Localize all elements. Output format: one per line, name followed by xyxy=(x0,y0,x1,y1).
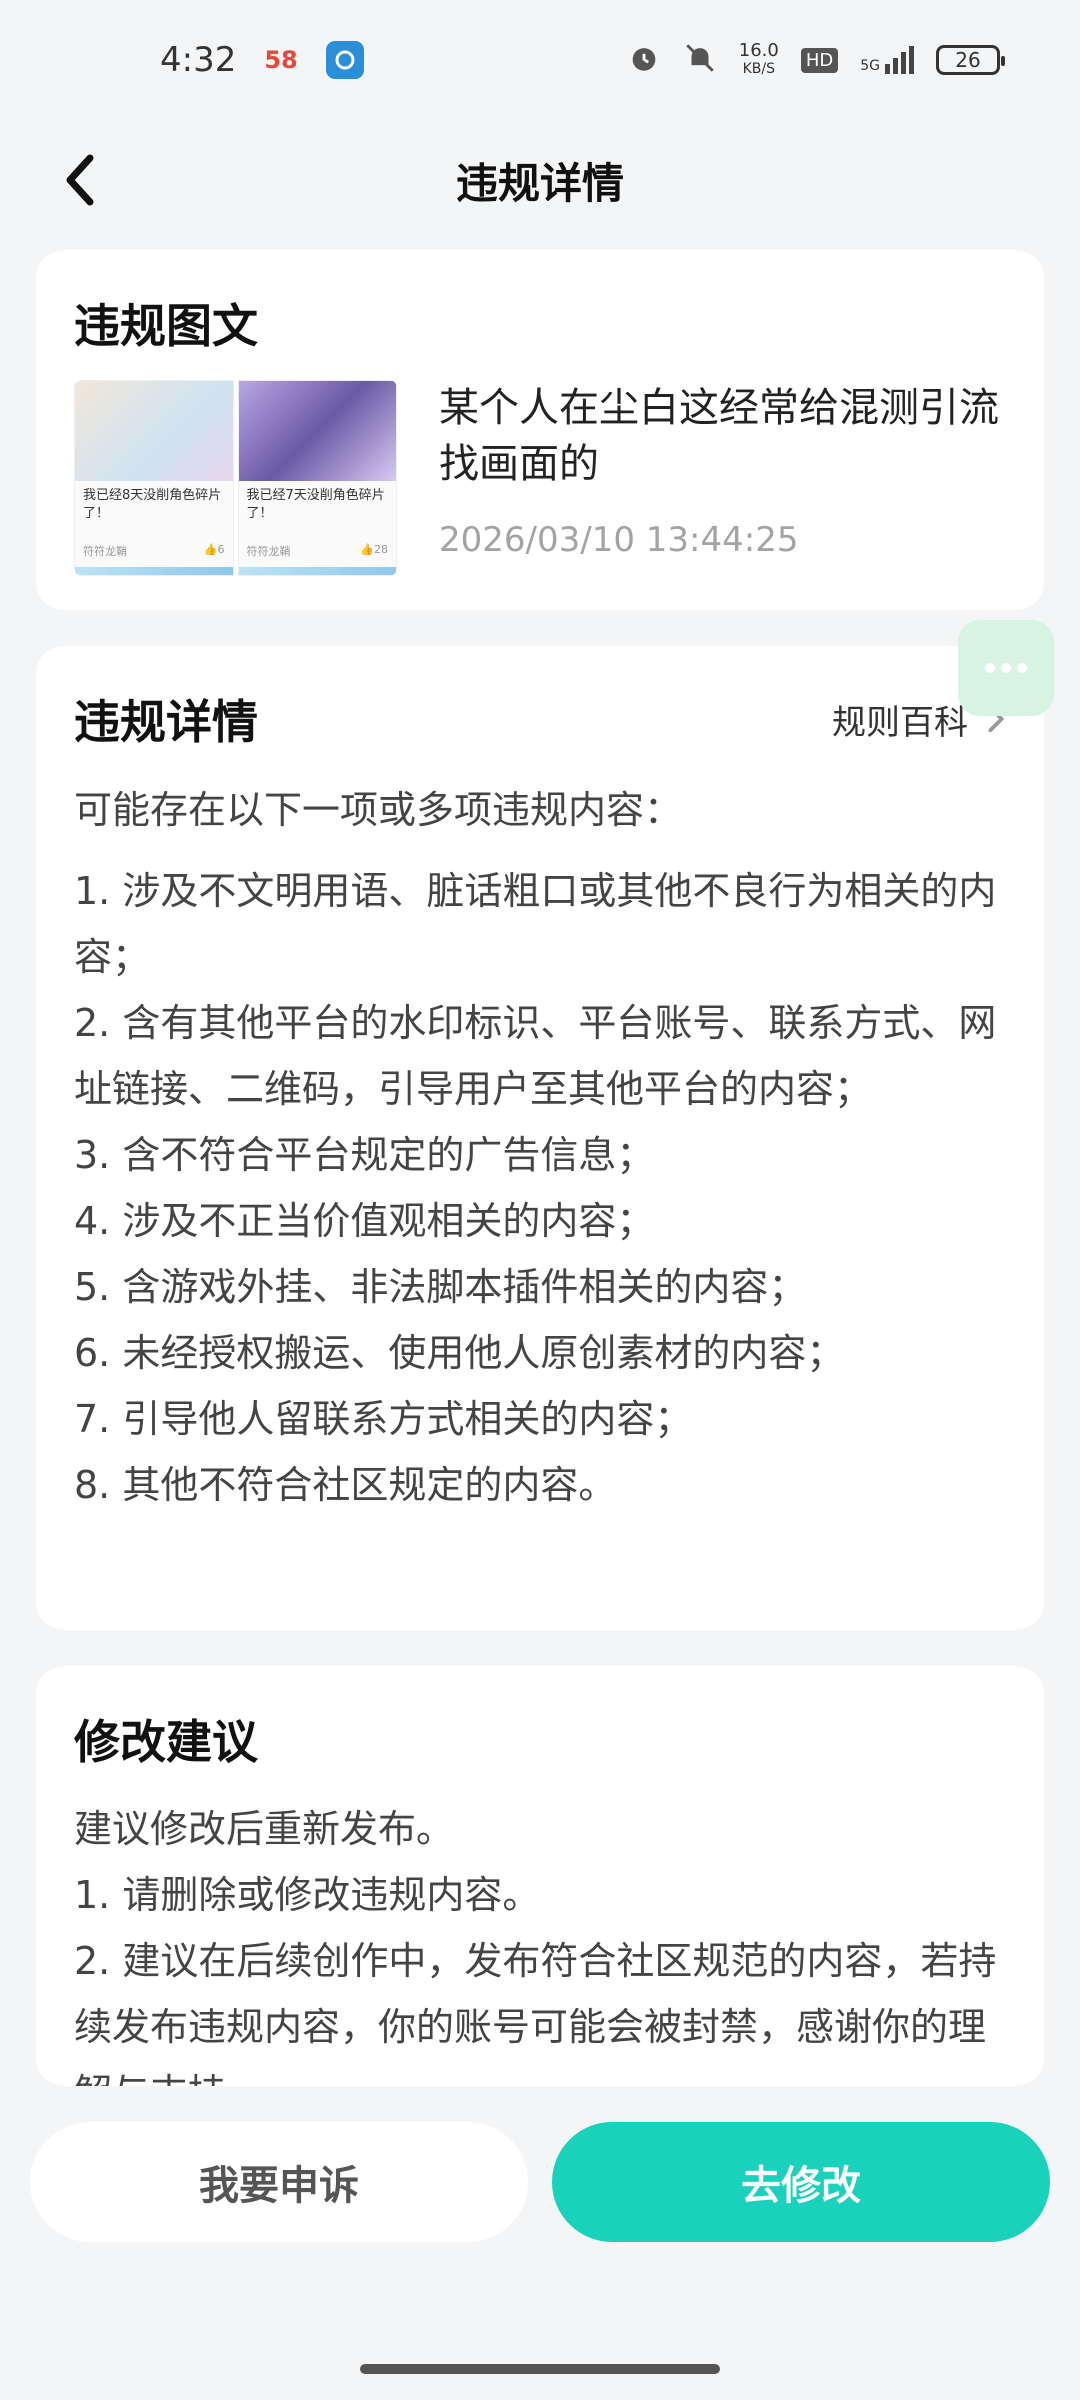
card-title-post: 违规图文 xyxy=(74,299,258,353)
home-indicator[interactable] xyxy=(360,2364,720,2374)
page-title: 违规详情 xyxy=(455,158,624,208)
violating-post-card: 违规图文 我已经8天没削角色碎片了！ 符符龙鞘 👍6 我已经7天没削角色碎片了！ … xyxy=(36,250,1044,610)
rules-link-label: 规则百科 xyxy=(832,702,968,743)
thumbnail-likes: 👍28 xyxy=(360,543,388,556)
page-header: 违规详情 xyxy=(0,120,1080,240)
battery-indicator: 26 xyxy=(936,45,1005,75)
signal-icon: 5G xyxy=(860,46,914,74)
list-item: 4. 涉及不正当价值观相关的内容； xyxy=(74,1199,655,1243)
alarm-icon xyxy=(627,41,661,79)
app-notification-icon xyxy=(325,41,364,79)
modify-button[interactable]: 去修改 xyxy=(552,2122,1050,2242)
thumbnail-1: 我已经8天没削角色碎片了！ 符符龙鞘 👍6 xyxy=(74,380,234,576)
card-title-suggestions: 修改建议 xyxy=(74,1715,258,1769)
network-speed: 16.0 KB/S xyxy=(738,40,779,78)
post-title[interactable]: 某个人在尘白这经常给混测引流找画面的 xyxy=(439,380,999,492)
status-time: 4:32 xyxy=(160,40,237,80)
hd-badge: HD xyxy=(800,47,839,73)
card-title-details: 违规详情 xyxy=(74,695,258,749)
post-timestamp: 2026/03/10 13:44:25 xyxy=(439,520,799,560)
list-item: 1. 涉及不文明用语、脏话粗口或其他不良行为相关的内容； xyxy=(74,869,997,979)
thumbnail-caption: 我已经8天没削角色碎片了！ xyxy=(83,488,222,521)
violation-details-card: 违规详情 规则百科 可能存在以下一项或多项违规内容： 1. 涉及不文明用语、脏话… xyxy=(36,646,1044,1630)
list-item: 7. 引导他人留联系方式相关的内容； xyxy=(74,1397,693,1441)
thumbnail-likes: 👍6 xyxy=(203,543,225,556)
floating-more-button[interactable] xyxy=(958,620,1054,716)
list-item: 3. 含不符合平台规定的广告信息； xyxy=(74,1133,655,1177)
suggestion-line: 1. 请删除或修改违规内容。 xyxy=(74,1873,541,1917)
violation-list: 1. 涉及不文明用语、脏话粗口或其他不良行为相关的内容； 2. 含有其他平台的水… xyxy=(74,858,1006,1518)
appeal-button[interactable]: 我要申诉 xyxy=(30,2122,528,2242)
mute-icon xyxy=(683,41,717,79)
post-thumbnails[interactable]: 我已经8天没削角色碎片了！ 符符龙鞘 👍6 我已经7天没削角色碎片了！ 符符龙鞘 👍… xyxy=(74,380,397,576)
chevron-left-icon xyxy=(66,154,94,206)
thumbnail-image xyxy=(75,381,233,481)
suggestion-line: 建议修改后重新发布。 xyxy=(74,1807,455,1851)
thumbnail-image xyxy=(238,381,396,481)
back-button[interactable] xyxy=(50,150,110,210)
list-item: 5. 含游戏外挂、非法脚本插件相关的内容； xyxy=(74,1265,807,1309)
app-58-icon: 58 xyxy=(264,46,298,74)
thumbnail-user: 符符龙鞘 xyxy=(83,545,127,558)
list-item: 8. 其他不符合社区规定的内容。 xyxy=(74,1463,617,1507)
thumbnail-caption: 我已经7天没削角色碎片了！ xyxy=(246,488,385,521)
suggestions-card: 修改建议 建议修改后重新发布。 1. 请删除或修改违规内容。 2. 建议在后续创… xyxy=(36,1666,1044,2086)
suggestion-line: 2. 建议在后续创作中，发布符合社区规范的内容，若持续发布违规内容，你的账号可能… xyxy=(74,1939,997,2086)
list-item: 2. 含有其他平台的水印标识、平台账号、联系方式、网址链接、二维码，引导用户至其… xyxy=(74,1001,997,1111)
suggestion-text: 建议修改后重新发布。 1. 请删除或修改违规内容。 2. 建议在后续创作中，发布… xyxy=(74,1796,1006,2086)
status-bar: 4:32 58 16.0 KB/S HD 5G 26 xyxy=(0,0,1080,120)
list-item: 6. 未经授权搬运、使用他人原创素材的内容； xyxy=(74,1331,845,1375)
thumbnail-user: 符符龙鞘 xyxy=(246,545,291,558)
details-intro: 可能存在以下一项或多项违规内容： xyxy=(74,788,683,832)
thumbnail-2: 我已经7天没削角色碎片了！ 符符龙鞘 👍28 xyxy=(237,380,397,576)
